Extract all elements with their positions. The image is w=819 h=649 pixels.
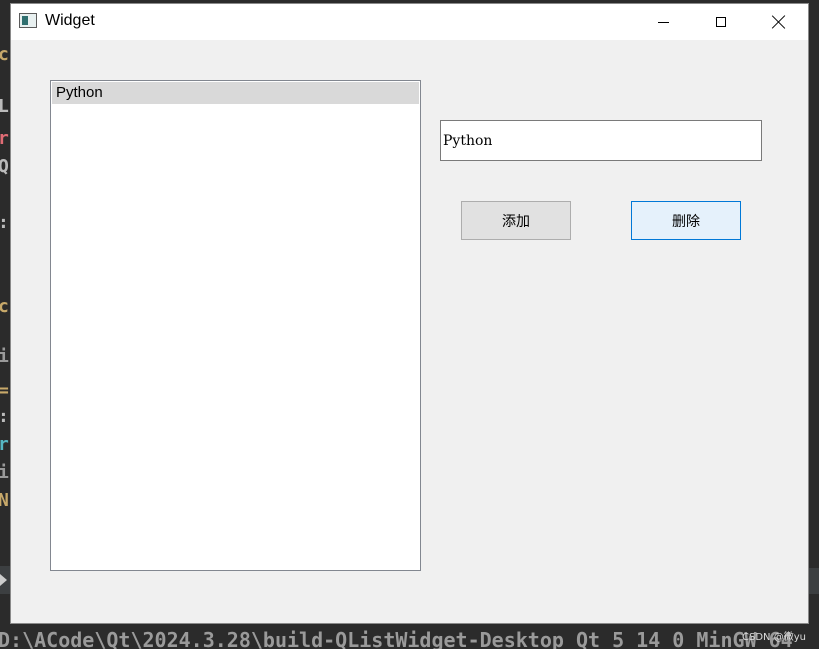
ide-background-bottom: D:\ACode\Qt\2024.3.28\build-QListWidget-… (0, 624, 819, 649)
ide-background-right (809, 0, 819, 649)
play-icon (0, 574, 7, 586)
list-widget[interactable]: Python (50, 80, 421, 571)
app-window-icon (19, 13, 37, 28)
ide-run-strip (0, 566, 10, 594)
minimize-button[interactable] (634, 4, 692, 40)
add-button[interactable]: 添加 (461, 201, 571, 240)
maximize-icon (716, 17, 726, 27)
watermark: CSDN @微yu (742, 632, 806, 643)
title-bar[interactable]: Widget (11, 4, 808, 40)
close-icon (772, 15, 786, 29)
maximize-button[interactable] (692, 4, 750, 40)
minimize-icon (657, 21, 669, 23)
ide-background-left: c L r Q : c i = : r i N (0, 0, 10, 649)
build-path-text: D:\ACode\Qt\2024.3.28\build-QListWidget-… (0, 628, 793, 649)
text-input[interactable] (440, 120, 762, 161)
window-title: Widget (45, 12, 95, 29)
widget-window: Widget Python 添加 删除 (10, 3, 809, 624)
close-button[interactable] (750, 4, 808, 40)
list-item[interactable]: Python (52, 82, 419, 104)
delete-button[interactable]: 删除 (631, 201, 741, 240)
